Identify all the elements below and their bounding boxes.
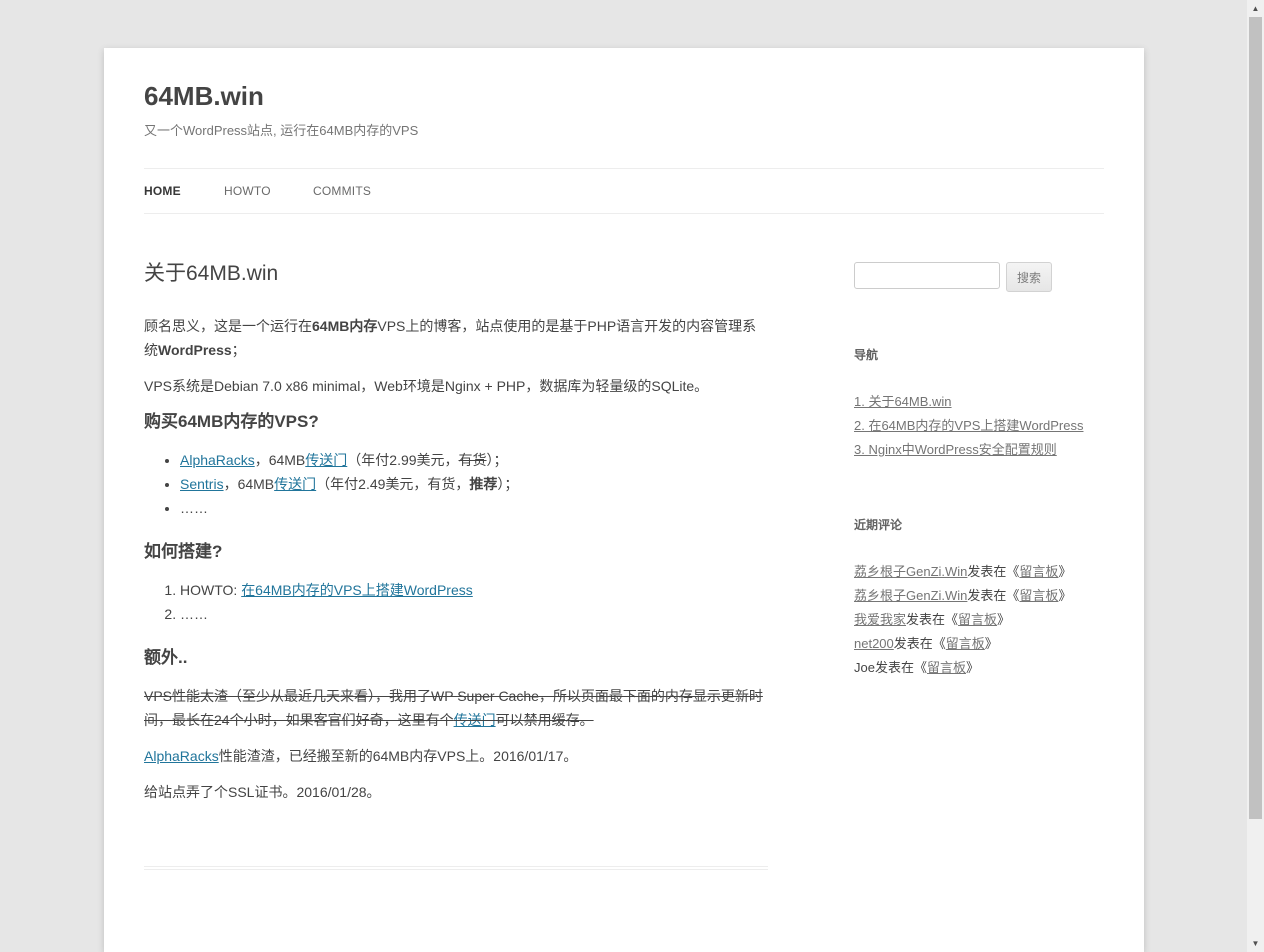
deprecated-note: VPS性能太渣（至少从最近几天来看），我用了WP Super Cache，所以页… (144, 684, 768, 732)
nav-widget-link[interactable]: 3. Nginx中WordPress安全配置规则 (854, 442, 1057, 457)
nav-item-home[interactable]: HOME (144, 184, 181, 198)
comment-author-link[interactable]: 我爱我家 (854, 612, 906, 627)
comment-text: 》 (997, 612, 1011, 627)
list-text: ）； (486, 452, 508, 468)
nav-item-howto[interactable]: HOWTO (224, 184, 271, 198)
comment-text: 发表在《 (967, 588, 1020, 603)
build-list: HOWTO: 在64MB内存的VPS上搭建WordPress …… (144, 578, 768, 626)
comment-author: Joe (854, 660, 875, 675)
portal-link[interactable]: 传送门 (274, 476, 316, 492)
article-divider (144, 866, 768, 870)
list-text: HOWTO: (180, 582, 242, 598)
recommend-text: 推荐 (469, 476, 498, 492)
intro-paragraph: 顾名思义，这是一个运行在64MB内存VPS上的博客，站点使用的是基于PHP语言开… (144, 314, 768, 362)
comment-author-link[interactable]: 荔乡根子GenZi.Win (854, 588, 967, 603)
nav-item-commits[interactable]: COMMITS (313, 184, 371, 198)
comment-item: 荔乡根子GenZi.Win发表在《留言板》 (854, 584, 1071, 608)
comment-text: 》 (984, 636, 998, 651)
search-input[interactable] (854, 262, 1000, 289)
extra-heading: 额外.. (144, 648, 188, 667)
comment-text: 》 (966, 660, 980, 675)
comment-text: 》 (1058, 564, 1072, 579)
list-item: 2. 在64MB内存的VPS上搭建WordPress (854, 414, 1083, 438)
comment-text: 》 (1058, 588, 1072, 603)
vertical-scrollbar[interactable]: ▲ ▼ (1247, 0, 1264, 952)
ssl-note: 给站点弄了个SSL证书。2016/01/28。 (144, 784, 381, 800)
comment-post-link[interactable]: 留言板 (958, 612, 997, 627)
comment-item: 我爱我家发表在《留言板》 (854, 608, 1071, 632)
comment-text: 发表在《 (906, 612, 959, 627)
alpharacks-link[interactable]: AlphaRacks (180, 452, 255, 468)
comment-post-link[interactable]: 留言板 (927, 660, 966, 675)
recent-comments-title: 近期评论 (854, 518, 903, 532)
deleted-text: 有货 (458, 452, 487, 468)
comment-text: 发表在《 (967, 564, 1020, 579)
list-text: ）； (497, 476, 519, 492)
list-item: 3. Nginx中WordPress安全配置规则 (854, 438, 1083, 462)
deleted-text: VPS性能太渣（至少从最近几天来看），我用了WP Super Cache，所以页… (144, 688, 763, 728)
intro-bold-1: 64MB内存 (312, 318, 378, 334)
nav-widget-title: 导航 (854, 348, 879, 362)
scrollbar-thumb[interactable] (1249, 17, 1262, 819)
comment-text: 发表在《 (893, 636, 946, 651)
intro-bold-2: WordPress (158, 342, 232, 358)
list-text: （年付2.49美元，有货， (316, 476, 470, 492)
comment-author-link[interactable]: 荔乡根子GenZi.Win (854, 564, 967, 579)
cache-portal-link[interactable]: 传送门 (454, 712, 496, 728)
comment-item: Joe发表在《留言板》 (854, 656, 1071, 680)
nav-widget-link[interactable]: 2. 在64MB内存的VPS上搭建WordPress (854, 418, 1083, 433)
list-text: ，64MB (254, 452, 306, 468)
sentris-link[interactable]: Sentris (180, 476, 224, 492)
search-button[interactable]: 搜索 (1006, 262, 1052, 292)
intro-text-1: 顾名思义，这是一个运行在 (144, 318, 312, 334)
comment-post-link[interactable]: 留言板 (1019, 588, 1058, 603)
deleted-note-tail: 可以禁用缓存。 (495, 712, 594, 728)
list-item: 1. 关于64MB.win (854, 390, 1083, 414)
article-title: 关于64MB.win (144, 262, 279, 285)
intro-text-3: ； (231, 342, 246, 358)
list-item: AlphaRacks，64MB传送门（年付2.99美元，有货）； (180, 448, 768, 472)
list-item: …… (180, 496, 768, 520)
article-content: 关于64MB.win 顾名思义，这是一个运行在64MB内存VPS上的博客，站点使… (144, 258, 768, 816)
comment-post-link[interactable]: 留言板 (946, 636, 985, 651)
site-title[interactable]: 64MB.win (144, 78, 264, 114)
list-item: Sentris，64MB传送门（年付2.49美元，有货，推荐）； (180, 472, 768, 496)
buy-list: AlphaRacks，64MB传送门（年付2.99美元，有货）； Sentris… (144, 448, 768, 520)
site-description: 又一个WordPress站点, 运行在64MB内存的VPS (144, 123, 419, 138)
alpharacks-link[interactable]: AlphaRacks (144, 748, 219, 764)
page-container: 64MB.win 又一个WordPress站点, 运行在64MB内存的VPS H… (104, 48, 1144, 952)
list-text: ，64MB (223, 476, 275, 492)
main-navigation: HOME HOWTO COMMITS (144, 168, 1104, 214)
nav-widget-link[interactable]: 1. 关于64MB.win (854, 394, 952, 409)
portal-link[interactable]: 传送门 (305, 452, 347, 468)
triangle-down-icon[interactable]: ▼ (1247, 935, 1264, 952)
comment-text: 发表在《 (874, 660, 927, 675)
recent-comments-list: 荔乡根子GenZi.Win发表在《留言板》 荔乡根子GenZi.Win发表在《留… (854, 560, 1071, 680)
moved-note: AlphaRacks性能渣渣，已经搬至新的64MB内存VPS上。2016/01/… (144, 744, 768, 768)
list-item: …… (180, 602, 768, 626)
list-item: HOWTO: 在64MB内存的VPS上搭建WordPress (180, 578, 768, 602)
comment-author-link[interactable]: net200 (854, 636, 894, 651)
howto-link[interactable]: 在64MB内存的VPS上搭建WordPress (241, 582, 473, 598)
list-text: （年付2.99美元， (347, 452, 459, 468)
buy-heading: 购买64MB内存的VPS? (144, 412, 319, 431)
comment-post-link[interactable]: 留言板 (1019, 564, 1058, 579)
environment-paragraph: VPS系统是Debian 7.0 x86 minimal，Web环境是Nginx… (144, 378, 709, 394)
moved-note-text: 性能渣渣，已经搬至新的64MB内存VPS上。2016/01/17。 (218, 748, 578, 764)
comment-item: 荔乡根子GenZi.Win发表在《留言板》 (854, 560, 1071, 584)
triangle-up-icon[interactable]: ▲ (1247, 0, 1264, 17)
build-heading: 如何搭建? (144, 542, 223, 561)
nav-widget-list: 1. 关于64MB.win 2. 在64MB内存的VPS上搭建WordPress… (854, 390, 1083, 462)
comment-item: net200发表在《留言板》 (854, 632, 1071, 656)
